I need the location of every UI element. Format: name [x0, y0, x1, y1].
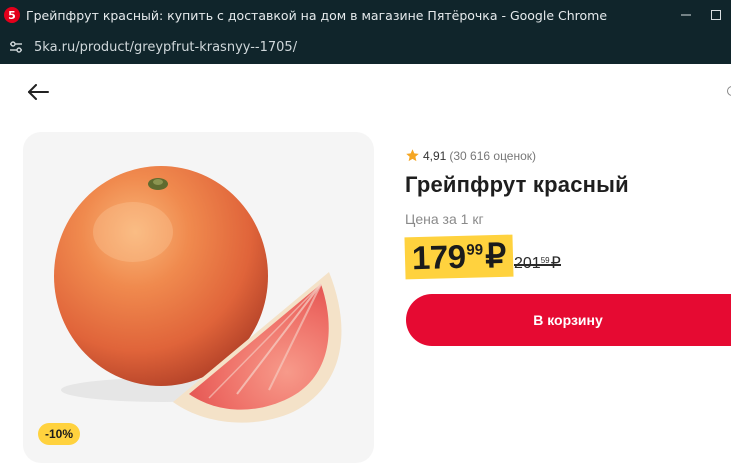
minimize-icon: [681, 14, 691, 16]
old-price: 201 59 ₽: [514, 254, 561, 274]
star-icon: [406, 149, 419, 162]
price-decimal: 99: [466, 241, 484, 259]
product-image[interactable]: -10%: [23, 132, 374, 463]
maximize-icon: [711, 10, 721, 20]
rating-value: 4,91: [423, 148, 447, 163]
maximize-button[interactable]: [701, 0, 731, 30]
grapefruit-image: [54, 166, 342, 423]
pyaterochka-favicon-icon: 5: [4, 7, 20, 23]
partial-icon: [727, 86, 731, 96]
site-info-button[interactable]: [6, 37, 26, 57]
current-price: 179 99 ₽: [404, 234, 514, 280]
url-text[interactable]: 5ka.ru/product/greypfrut-krasnyy--1705/: [34, 40, 297, 55]
window-title: Грейпфрут красный: купить с доставкой на…: [26, 7, 608, 23]
rating-count: (30 616 оценок): [449, 148, 537, 163]
window-titlebar: 5 Грейпфрут красный: купить с доставкой …: [0, 0, 731, 30]
product-rating[interactable]: 4,91 (30 616 оценок): [405, 148, 536, 163]
minimize-button[interactable]: [671, 0, 701, 30]
site-info-icon: [10, 41, 22, 53]
product-title: Грейпфрут красный: [405, 172, 629, 197]
page-content: -10% 4,91 (30 616 оценок) Грейпфрут крас…: [0, 64, 731, 463]
old-price-currency: ₽: [550, 255, 561, 272]
back-button[interactable]: [24, 80, 52, 104]
price-integer: 179: [411, 237, 467, 277]
price-unit-label: Цена за 1 кг: [405, 211, 484, 227]
old-price-decimal: 59: [540, 256, 550, 265]
old-price-integer: 201: [514, 255, 541, 272]
discount-badge: -10%: [38, 423, 81, 445]
address-bar: 5ka.ru/product/greypfrut-krasnyy--1705/: [0, 30, 731, 64]
favicon-text: 5: [8, 8, 16, 22]
back-arrow-icon: [28, 84, 49, 100]
price-currency: ₽: [484, 236, 507, 275]
window-controls: [671, 0, 731, 30]
add-to-cart-button[interactable]: В корзину: [406, 294, 731, 346]
